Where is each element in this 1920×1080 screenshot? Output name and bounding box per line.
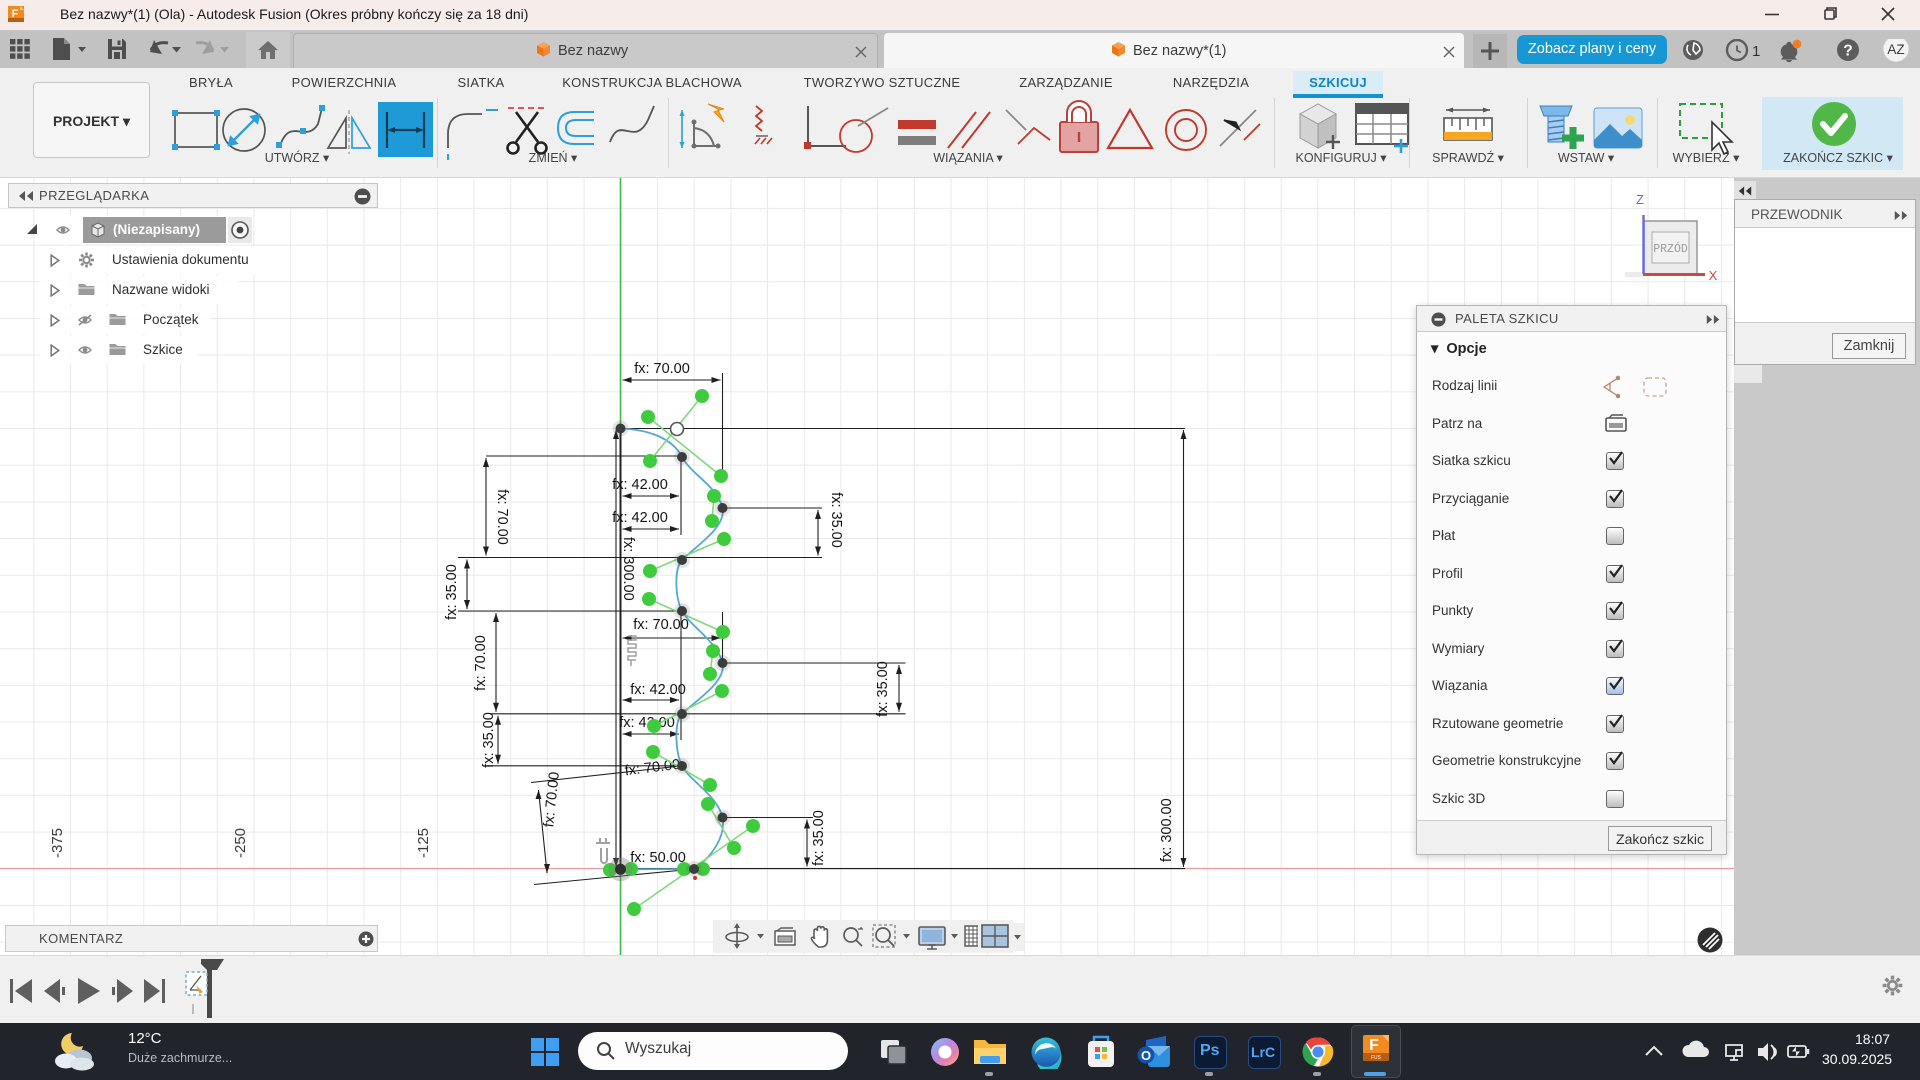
svg-text:Z: Z xyxy=(1636,192,1644,207)
svg-text:fx: 35.00: fx: 35.00 xyxy=(444,564,460,620)
svg-text:PRZÓD: PRZÓD xyxy=(1653,242,1688,256)
svg-text:fx: 42.00: fx: 42.00 xyxy=(630,682,686,698)
svg-text:X: X xyxy=(1709,268,1718,283)
svg-text:-250: -250 xyxy=(232,828,249,858)
svg-text:fx: 300.00: fx: 300.00 xyxy=(620,537,636,601)
svg-text:fx: 70.00: fx: 70.00 xyxy=(541,771,563,828)
svg-text:F: F xyxy=(12,8,19,20)
svg-text:O: O xyxy=(1141,1048,1151,1063)
svg-text:fx: 70.00: fx: 70.00 xyxy=(494,489,510,545)
svg-text:F: F xyxy=(1369,1037,1379,1054)
svg-text:fx: 300.00: fx: 300.00 xyxy=(1159,798,1175,862)
svg-text:-125: -125 xyxy=(415,828,432,858)
svg-text:fx: 42.00: fx: 42.00 xyxy=(619,715,675,731)
svg-text:fx: 35.00: fx: 35.00 xyxy=(481,712,497,768)
svg-text:fx: 50.00: fx: 50.00 xyxy=(630,850,686,866)
svg-text:fx: 70.00: fx: 70.00 xyxy=(624,757,681,780)
svg-text:fx: 35.00: fx: 35.00 xyxy=(828,492,844,548)
svg-text:FUS: FUS xyxy=(1371,1055,1382,1061)
svg-text:fx: 70.00: fx: 70.00 xyxy=(473,635,489,691)
svg-text:AZ: AZ xyxy=(1887,42,1904,57)
svg-text:-375: -375 xyxy=(49,828,66,858)
svg-text:fx: 35.00: fx: 35.00 xyxy=(811,810,827,866)
svg-text:fx: 42.00: fx: 42.00 xyxy=(612,510,668,526)
svg-text:fx: 35.00: fx: 35.00 xyxy=(875,661,891,717)
svg-text:fx: 42.00: fx: 42.00 xyxy=(612,477,668,493)
svg-text:fx: 70.00: fx: 70.00 xyxy=(634,361,690,377)
svg-text:?: ? xyxy=(1843,43,1852,60)
svg-text:1: 1 xyxy=(1752,43,1760,60)
